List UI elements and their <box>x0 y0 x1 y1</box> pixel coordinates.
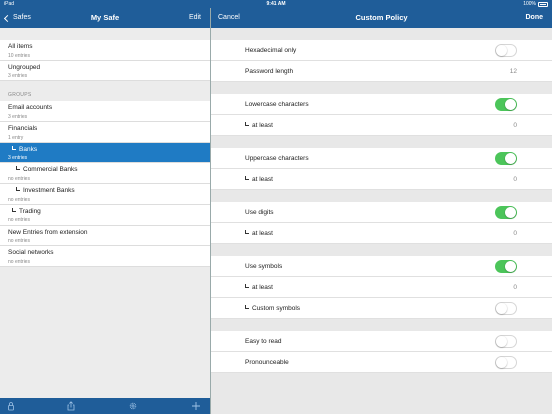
list-item-all-items[interactable]: All items 10 entries <box>0 40 210 61</box>
list-item-group[interactable]: Email accounts 3 entries <box>0 101 210 123</box>
lowercase-atleast-value: 0 <box>513 122 517 129</box>
pronounceable-label: Pronounceable <box>245 359 289 366</box>
navigation-bar: Safes My Safe Edit Cancel Custom Policy … <box>0 8 552 28</box>
status-time: 9:41 AM <box>266 1 286 7</box>
group-count: 3 entries <box>8 113 28 120</box>
custom-policy-panel: Hexadecimal only Password length 12 Lowe… <box>211 28 552 414</box>
hex-only-label: Hexadecimal only <box>245 47 297 54</box>
lowercase-atleast-row[interactable]: at least 0 <box>211 115 552 136</box>
add-icon[interactable] <box>191 401 201 411</box>
gear-icon[interactable] <box>128 401 138 411</box>
digits-label: Use digits <box>245 209 274 216</box>
symbols-row: Use symbols <box>211 256 552 277</box>
group-title: Banks <box>12 145 37 153</box>
item-count: 3 entries <box>8 73 28 80</box>
uppercase-row: Uppercase characters <box>211 148 552 169</box>
atleast-label: at least <box>252 284 273 291</box>
group-count: no entries <box>8 217 30 224</box>
list-item-group[interactable]: New Entries from extension no entries <box>0 225 210 247</box>
lock-icon[interactable] <box>6 401 16 411</box>
password-length-value: 12 <box>509 68 517 75</box>
custom-symbols-label: Custom symbols <box>252 305 301 312</box>
sub-item-icon <box>245 305 249 309</box>
uppercase-atleast-row[interactable]: at least 0 <box>211 169 552 190</box>
lowercase-toggle[interactable] <box>495 98 517 111</box>
atleast-label: at least <box>252 122 273 129</box>
list-item-group[interactable]: Social networks no entries <box>0 246 210 267</box>
group-title: Financials <box>8 125 38 133</box>
group-count: no entries <box>8 238 30 244</box>
symbols-atleast-value: 0 <box>513 284 517 291</box>
group-title: Trading <box>12 207 41 215</box>
groups-header: GROUPS <box>0 81 210 102</box>
pronounceable-row: Pronounceable <box>211 352 552 373</box>
list-item-group[interactable]: Banks 3 entries <box>0 142 210 164</box>
sub-group-icon <box>16 166 20 171</box>
atleast-label: at least <box>252 230 273 237</box>
list-item-group[interactable]: Financials 1 entry <box>0 122 210 143</box>
digits-row: Use digits <box>211 202 552 223</box>
symbols-toggle[interactable] <box>495 260 517 273</box>
uppercase-label: Uppercase characters <box>245 155 309 162</box>
sub-item-icon <box>245 122 249 126</box>
uppercase-toggle[interactable] <box>495 152 517 165</box>
easy-to-read-label: Easy to read <box>245 338 282 345</box>
digits-toggle[interactable] <box>495 206 517 219</box>
group-title: Investment Banks <box>16 187 75 194</box>
group-title: New Entries from extension <box>8 228 88 236</box>
group-list: Email accounts 3 entries Financials 1 entry… <box>0 101 210 267</box>
sub-group-icon <box>16 187 20 192</box>
password-length-label: Password length <box>245 68 294 75</box>
digits-atleast-value: 0 <box>513 230 517 237</box>
symbols-label: Use symbols <box>245 263 283 270</box>
list-item-group[interactable]: Trading no entries <box>0 204 210 226</box>
hex-only-toggle[interactable] <box>495 44 517 57</box>
share-icon[interactable] <box>66 401 76 411</box>
lowercase-row: Lowercase characters <box>211 94 552 115</box>
easy-to-read-row: Easy to read <box>211 331 552 352</box>
group-title: Commercial Banks <box>16 166 78 173</box>
group-title: Email accounts <box>8 104 53 112</box>
hex-only-row: Hexadecimal only <box>211 40 552 61</box>
symbols-atleast-row[interactable]: at least 0 <box>211 277 552 298</box>
custom-symbols-row: Custom symbols <box>211 298 552 319</box>
item-title: Ungrouped <box>8 63 41 71</box>
password-length-row[interactable]: Password length 12 <box>211 61 552 82</box>
group-title: Social networks <box>8 249 54 257</box>
lowercase-label: Lowercase characters <box>245 101 309 108</box>
easy-to-read-toggle[interactable] <box>495 335 517 348</box>
group-count: no entries <box>8 175 30 182</box>
battery-percent: 100% <box>523 1 536 7</box>
sub-item-icon <box>245 230 249 234</box>
list-item-group[interactable]: Commercial Banks no entries <box>0 163 210 185</box>
group-count: 1 entry <box>8 134 24 141</box>
uppercase-atleast-value: 0 <box>513 176 517 183</box>
digits-atleast-row[interactable]: at least 0 <box>211 223 552 244</box>
right-title: Custom Policy <box>355 13 408 22</box>
sub-item-icon <box>245 284 249 288</box>
group-count: no entries <box>8 258 30 265</box>
safe-sidebar: All items 10 entries Ungrouped 3 entries… <box>0 28 210 398</box>
custom-symbols-toggle[interactable] <box>495 302 517 315</box>
pronounceable-toggle[interactable] <box>495 356 517 369</box>
item-title: All items <box>8 43 33 50</box>
bottom-toolbar <box>0 398 210 414</box>
done-button[interactable]: Done <box>526 8 544 28</box>
sub-item-icon <box>245 176 249 180</box>
sub-group-icon <box>12 145 16 150</box>
group-count: 3 entries <box>8 155 28 162</box>
status-bar: iPad 9:41 AM 100% <box>0 0 552 8</box>
atleast-label: at least <box>252 176 273 183</box>
battery-icon <box>538 1 548 7</box>
sub-group-icon <box>12 207 16 212</box>
group-count: no entries <box>8 196 30 203</box>
item-count: 10 entries <box>8 52 30 59</box>
left-nav: Safes My Safe Edit <box>0 8 210 28</box>
edit-button[interactable]: Edit <box>189 8 201 28</box>
left-title: My Safe <box>90 13 120 22</box>
list-item-group[interactable]: Investment Banks no entries <box>0 184 210 205</box>
right-nav: Cancel Custom Policy Done <box>211 8 552 28</box>
list-item-ungrouped[interactable]: Ungrouped 3 entries <box>0 60 210 82</box>
